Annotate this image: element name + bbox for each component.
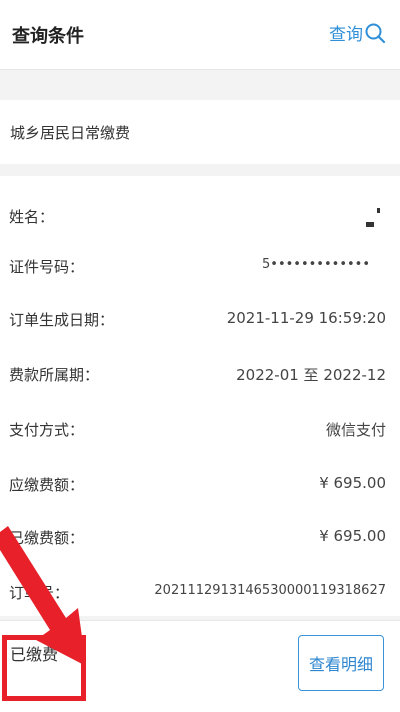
order-date-label: 订单生成日期： [9, 311, 115, 329]
name-masked-value [366, 208, 380, 227]
category-item[interactable]: 城乡居民日常缴费 [0, 100, 400, 164]
page-title: 查询条件 [12, 26, 84, 47]
row-amount-paid: 已缴费额： ¥ 695.00 [0, 517, 400, 557]
search-icon [365, 23, 386, 43]
period-label: 费款所属期： [9, 366, 100, 384]
footer-bar: 已缴费 查看明细 [0, 620, 400, 712]
order-date-value: 2021-11-29 16:59:20 [226, 309, 386, 327]
payment-method-label: 支付方式： [9, 421, 85, 439]
view-details-button[interactable]: 查看明细 [298, 635, 384, 691]
row-period: 费款所属期： 2022-01 至 2022-12 [0, 354, 400, 394]
row-id-number: 证件号码： 5••••••••••••• [0, 246, 400, 286]
amount-paid-value: ¥ 695.00 [319, 527, 386, 545]
row-payment-method: 支付方式： 微信支付 [0, 409, 400, 449]
name-label: 姓名： [9, 208, 55, 226]
header-bar: 查询条件 查询 [0, 0, 400, 70]
query-button[interactable]: 查询 [329, 20, 386, 45]
row-name: 姓名： [0, 196, 400, 236]
amount-paid-label: 已缴费额： [9, 529, 85, 547]
amount-due-label: 应缴费额： [9, 476, 85, 494]
row-order-date: 订单生成日期： 2021-11-29 16:59:20 [0, 299, 400, 339]
status-badge: 已缴费 [10, 645, 59, 664]
query-label: 查询 [329, 25, 363, 45]
payment-detail-card: 姓名： 证件号码： 5••••••••••••• 订单生成日期： 2021-11… [0, 176, 400, 616]
payment-method-value: 微信支付 [325, 421, 386, 439]
row-order-number: 订单号： 20211129131465300001193186​27 [0, 572, 400, 612]
category-label: 城乡居民日常缴费 [10, 124, 131, 142]
period-value: 2022-01 至 2022-12 [236, 366, 386, 384]
id-number-label: 证件号码： [9, 258, 85, 276]
amount-due-value: ¥ 695.00 [319, 474, 386, 492]
order-number-label: 订单号： [9, 584, 70, 602]
id-number-value: 5••••••••••••• [262, 257, 370, 272]
row-amount-due: 应缴费额： ¥ 695.00 [0, 464, 400, 504]
order-number-value: 20211129131465300001193186​27 [154, 583, 386, 598]
